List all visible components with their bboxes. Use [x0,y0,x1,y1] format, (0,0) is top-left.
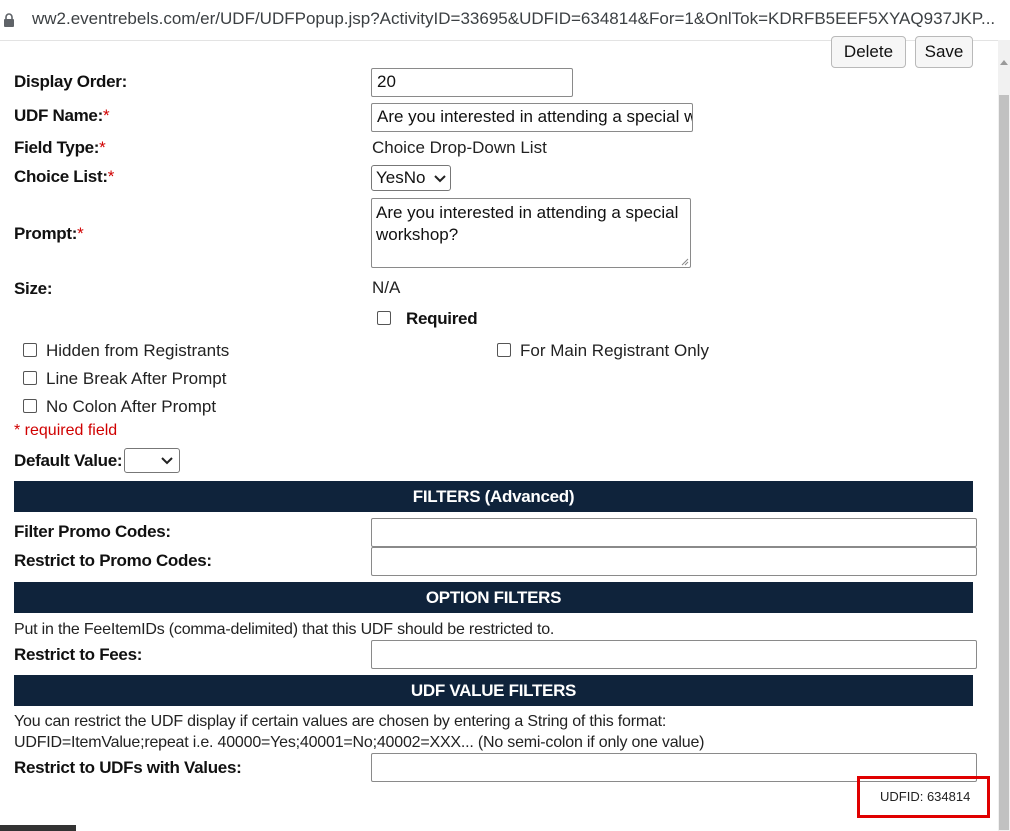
lock-icon [4,13,14,27]
save-button[interactable]: Save [915,36,973,68]
udf-value-filters-note-line2: UDFID=ItemValue;repeat i.e. 40000=Yes;40… [14,734,705,751]
address-bar[interactable]: ww2.eventrebels.com/er/UDF/UDFPopup.jsp?… [0,0,1010,41]
size-label: Size: [14,279,53,298]
required-checkbox-label: Required [406,309,478,328]
restrict-fees-input[interactable] [371,640,977,669]
prompt-text: Are you interested in attending a specia… [376,203,679,244]
delete-button[interactable]: Delete [831,36,906,68]
filter-promo-codes-input[interactable] [371,518,977,547]
choice-list-label: Choice List:* [14,167,115,186]
hidden-from-registrants-checkbox[interactable] [23,343,37,357]
required-asterisk: * [107,167,115,186]
display-order-label: Display Order: [14,72,127,91]
required-checkbox[interactable] [377,311,391,325]
udf-value-filters-header: UDF VALUE FILTERS [14,675,973,706]
scrollbar-thumb[interactable] [999,95,1009,830]
line-break-label: Line Break After Prompt [46,369,227,388]
url-text[interactable]: ww2.eventrebels.com/er/UDF/UDFPopup.jsp?… [32,9,997,29]
main-registrant-only-label: For Main Registrant Only [520,341,709,360]
required-asterisk: * [77,224,84,243]
required-asterisk: * [102,106,110,125]
choice-list-select[interactable]: YesNo [371,165,451,191]
restrict-promo-codes-label: Restrict to Promo Codes: [14,551,212,570]
chevron-down-icon [434,175,446,183]
option-filters-header: OPTION FILTERS [14,582,973,613]
udf-name-label: UDF Name:* [14,106,110,125]
no-colon-checkbox[interactable] [23,399,37,413]
udfid-text: UDFID: 634814 [880,789,971,804]
default-value-select[interactable] [124,448,180,473]
required-field-note: * required field [14,422,118,439]
udf-name-input[interactable]: Are you interested in attending a specia… [371,103,693,132]
restrict-promo-codes-input[interactable] [371,547,977,576]
filters-advanced-header: FILTERS (Advanced) [14,481,973,512]
required-asterisk: * [99,138,106,157]
display-order-input[interactable]: 20 [371,68,573,97]
taskbar-edge [0,825,76,831]
line-break-checkbox[interactable] [23,371,37,385]
restrict-udfs-label: Restrict to UDFs with Values: [14,758,242,777]
hidden-from-registrants-label: Hidden from Registrants [46,341,230,360]
no-colon-label: No Colon After Prompt [46,397,217,416]
prompt-label: Prompt:* [14,224,84,243]
restrict-fees-label: Restrict to Fees: [14,645,143,664]
main-registrant-only-checkbox[interactable] [497,343,511,357]
field-type-label: Field Type:* [14,138,106,157]
size-value: N/A [372,278,401,297]
scroll-up-arrow-icon[interactable] [998,55,1010,69]
udf-value-filters-note-line1: You can restrict the UDF display if cert… [14,713,667,730]
field-type-value: Choice Drop-Down List [372,138,547,157]
filter-promo-codes-label: Filter Promo Codes: [14,522,171,541]
prompt-textarea[interactable]: Are you interested in attending a specia… [371,198,691,268]
chevron-down-icon [161,457,173,465]
option-filters-note: Put in the FeeItemIDs (comma-delimited) … [14,621,555,638]
resize-handle-icon[interactable] [680,257,689,266]
default-value-label: Default Value: [14,451,123,470]
choice-list-selected: YesNo [376,168,426,187]
